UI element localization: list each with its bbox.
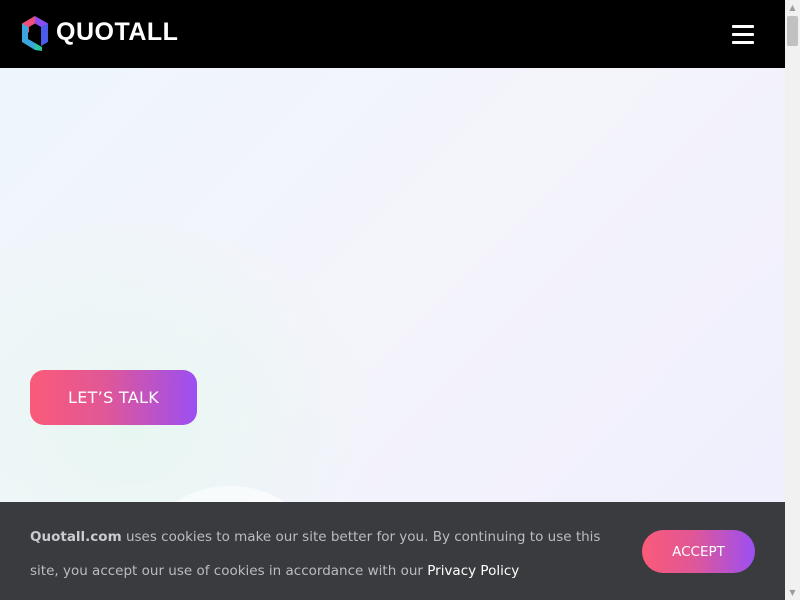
site-header: QUOTALL [0,0,785,68]
hamburger-menu-icon[interactable] [732,23,754,45]
scroll-thumb[interactable] [787,16,798,46]
privacy-policy-link[interactable]: Privacy Policy [427,563,519,579]
quotall-logo-icon[interactable] [20,15,50,51]
brand-name[interactable]: QUOTALL [56,16,178,48]
cookie-brand: Quotall.com [30,529,122,545]
scroll-down-arrow-icon[interactable]: ▼ [785,585,800,600]
lets-talk-button[interactable]: LET’S TALK [30,370,197,425]
cookie-banner: Quotall.com uses cookies to make our sit… [0,502,785,600]
cookie-message: Quotall.com uses cookies to make our sit… [30,520,620,588]
accept-cookies-button[interactable]: ACCEPT [642,530,755,573]
scrollbar[interactable]: ▲ ▼ [785,0,800,600]
scroll-up-arrow-icon[interactable]: ▲ [785,0,800,15]
